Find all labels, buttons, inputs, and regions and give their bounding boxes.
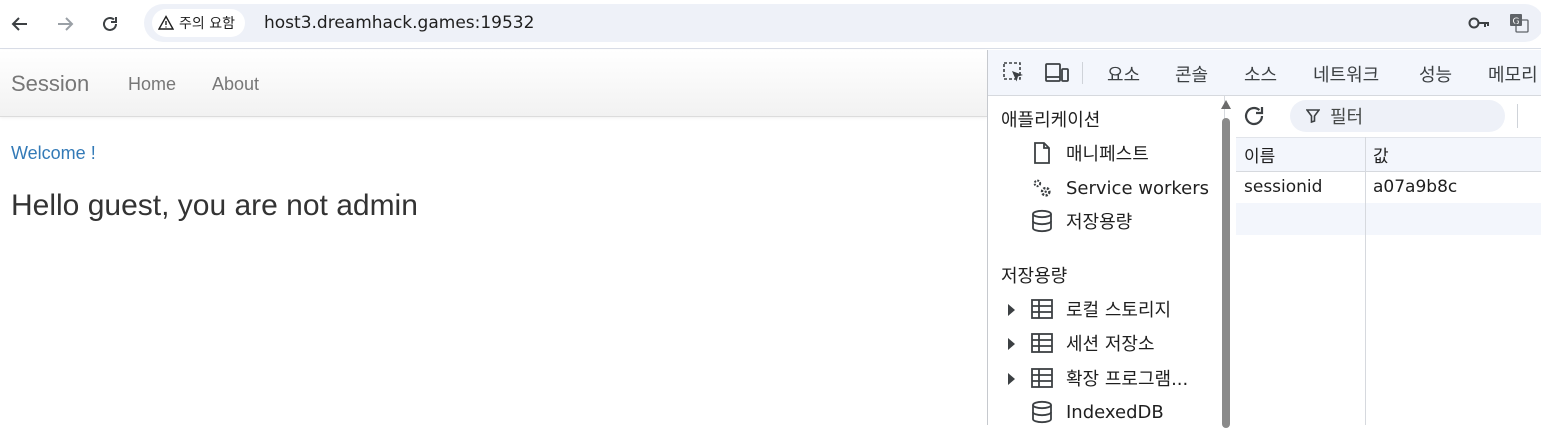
tab-memory[interactable]: 메모리 bbox=[1488, 61, 1538, 87]
expand-arrow-icon[interactable] bbox=[1008, 338, 1015, 350]
sidebar-item-storage[interactable]: 저장용량 bbox=[1030, 207, 1132, 235]
table-icon bbox=[1030, 331, 1054, 355]
reload-button[interactable] bbox=[96, 10, 124, 38]
page-viewport: Session Home About Welcome ! Hello guest… bbox=[0, 50, 987, 425]
section-header-application: 애플리케이션 bbox=[1001, 110, 1101, 131]
security-warning-label: 주의 요함 bbox=[179, 16, 235, 32]
forward-arrow-icon bbox=[58, 17, 74, 31]
sidebar-item-label: 세션 저장소 bbox=[1066, 334, 1155, 355]
forward-button[interactable] bbox=[51, 10, 79, 38]
sidebar-item-manifest[interactable]: 매니페스트 bbox=[1030, 139, 1149, 167]
site-navbar: Session Home About bbox=[0, 50, 987, 117]
device-toolbar-button[interactable] bbox=[1044, 60, 1070, 86]
welcome-text: Welcome ! bbox=[11, 143, 96, 163]
back-button[interactable] bbox=[6, 10, 34, 38]
scroll-up-arrow-icon[interactable] bbox=[1221, 100, 1231, 109]
page-heading: Hello guest, you are not admin bbox=[11, 189, 418, 222]
sidebar-item-service-workers[interactable]: Service workers bbox=[1030, 174, 1209, 202]
sidebar-item-extension-storage[interactable]: 확장 프로그램... bbox=[1008, 364, 1189, 392]
sidebar-scrollbar[interactable] bbox=[1221, 96, 1231, 428]
back-arrow-icon bbox=[11, 17, 27, 31]
filter-funnel-icon bbox=[1306, 109, 1320, 123]
expand-arrow-icon[interactable] bbox=[1008, 304, 1015, 316]
translate-icon[interactable]: G bbox=[1508, 12, 1530, 34]
toolbar-divider bbox=[1517, 104, 1518, 128]
column-divider[interactable] bbox=[1365, 137, 1366, 425]
scrollbar-thumb[interactable] bbox=[1222, 118, 1230, 428]
tab-console[interactable]: 콘솔 bbox=[1175, 61, 1208, 87]
sidebar-item-label: 확장 프로그램... bbox=[1066, 369, 1189, 390]
sidebar-item-label: 매니페스트 bbox=[1066, 144, 1149, 165]
document-icon bbox=[1030, 141, 1054, 165]
toolbar-divider bbox=[1082, 62, 1083, 84]
table-icon bbox=[1030, 366, 1054, 390]
table-header-row: 이름 값 bbox=[1236, 137, 1541, 172]
sidebar-item-local-storage[interactable]: 로컬 스토리지 bbox=[1008, 295, 1172, 323]
inspect-icon bbox=[1003, 62, 1023, 82]
sidebar-item-label: 저장용량 bbox=[1066, 212, 1133, 233]
sidebar-item-label: Service workers bbox=[1066, 177, 1210, 199]
database-icon bbox=[1030, 209, 1054, 233]
nav-link-home[interactable]: Home bbox=[128, 74, 176, 95]
tab-performance[interactable]: 성능 bbox=[1419, 61, 1452, 87]
table-row-empty bbox=[1236, 203, 1541, 235]
column-header-name[interactable]: 이름 bbox=[1244, 138, 1275, 171]
browser-toolbar: 주의 요함 host3.dreamhack.games:19532 G bbox=[0, 0, 1541, 49]
tab-network[interactable]: 네트워크 bbox=[1313, 61, 1379, 87]
storage-toolbar: 필터 bbox=[1236, 96, 1541, 136]
devtools-panel: 요소 콘솔 소스 네트워크 성능 메모리 애플리케이션 매니페스트 Servic… bbox=[987, 50, 1541, 428]
filter-input[interactable]: 필터 bbox=[1290, 100, 1505, 132]
tab-sources[interactable]: 소스 bbox=[1244, 61, 1277, 87]
column-header-value[interactable]: 값 bbox=[1373, 138, 1389, 171]
filter-placeholder: 필터 bbox=[1330, 107, 1364, 128]
sidebar-item-session-storage[interactable]: 세션 저장소 bbox=[1008, 329, 1155, 357]
cell-value[interactable]: a07a9b8c bbox=[1373, 171, 1457, 203]
security-warning-chip[interactable]: 주의 요함 bbox=[152, 9, 245, 37]
database-icon bbox=[1030, 400, 1054, 424]
sidebar-item-indexeddb[interactable]: IndexedDB bbox=[1030, 398, 1164, 426]
device-icon bbox=[1045, 63, 1069, 82]
inspect-element-button[interactable] bbox=[1001, 60, 1027, 86]
table-row[interactable]: sessionid a07a9b8c bbox=[1236, 171, 1541, 203]
address-bar[interactable]: 주의 요함 host3.dreamhack.games:19532 G bbox=[144, 4, 1541, 42]
application-sidebar: 애플리케이션 매니페스트 Service workers 저장용량 저장용량 로… bbox=[988, 96, 1231, 428]
cell-name[interactable]: sessionid bbox=[1244, 171, 1322, 203]
refresh-icon bbox=[1244, 106, 1264, 126]
section-header-storage: 저장용량 bbox=[1001, 266, 1068, 287]
refresh-button[interactable] bbox=[1240, 102, 1268, 130]
sidebar-item-label: 로컬 스토리지 bbox=[1066, 300, 1172, 321]
site-brand[interactable]: Session bbox=[11, 71, 89, 97]
sidebar-item-label: IndexedDB bbox=[1066, 401, 1164, 423]
reload-icon bbox=[103, 16, 117, 31]
expand-arrow-icon[interactable] bbox=[1008, 373, 1015, 385]
storage-table-pane: 필터 이름 값 sessionid a07a9b8c bbox=[1236, 96, 1541, 425]
table-icon bbox=[1030, 297, 1054, 321]
tab-elements[interactable]: 요소 bbox=[1107, 61, 1140, 87]
nav-link-about[interactable]: About bbox=[212, 74, 259, 95]
password-key-icon[interactable] bbox=[1468, 12, 1490, 34]
devtools-tab-bar: 요소 콘솔 소스 네트워크 성능 메모리 bbox=[988, 50, 1541, 96]
gears-icon bbox=[1030, 176, 1054, 200]
warning-icon bbox=[158, 15, 174, 30]
url-text[interactable]: host3.dreamhack.games:19532 bbox=[264, 13, 534, 33]
